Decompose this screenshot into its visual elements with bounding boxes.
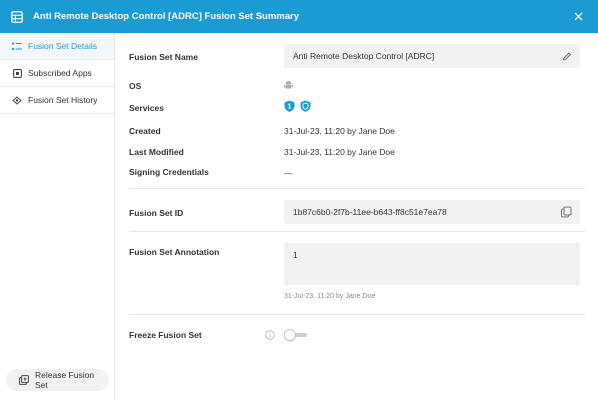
- sidebar-item-subscribed-apps[interactable]: Subscribed Apps: [0, 60, 114, 87]
- fusion-set-annotation-field[interactable]: 1: [284, 243, 580, 285]
- edit-icon[interactable]: [561, 51, 572, 62]
- divider: [129, 231, 585, 232]
- fusion-set-annotation-value: 1: [293, 250, 298, 260]
- grid-icon: [10, 10, 24, 24]
- last-modified-value: 31-Jul-23, 11:20 by Jane Doe: [284, 147, 395, 157]
- fusion-set-name-label: Fusion Set Name: [129, 52, 198, 62]
- created-value: 31-Jul-23, 11:20 by Jane Doe: [284, 126, 395, 136]
- release-icon: [19, 375, 29, 385]
- sidebar-item-label: Subscribed Apps: [28, 68, 92, 78]
- signing-credentials-value: —: [284, 168, 293, 178]
- history-icon: [12, 95, 22, 105]
- fusion-set-id-value: 1b87c6b0-2f7b-11ee-b643-ff8c51e7ea78: [293, 207, 447, 217]
- services-badges: 1: [284, 100, 314, 114]
- fusion-set-annotation-label: Fusion Set Annotation: [129, 247, 220, 257]
- sidebar: Fusion Set Details Subscribed Apps Fusio…: [0, 33, 115, 400]
- fusion-set-id-label: Fusion Set ID: [129, 208, 184, 218]
- close-icon[interactable]: [571, 9, 585, 23]
- freeze-fusion-set-label: Freeze Fusion Set: [129, 330, 202, 340]
- signing-credentials-label: Signing Credentials: [129, 167, 209, 177]
- android-icon: [284, 80, 293, 92]
- sidebar-item-label: Fusion Set History: [28, 95, 98, 105]
- app-icon: [12, 68, 22, 78]
- fusion-set-name-value: Anti Remote Desktop Control [ADRC]: [293, 51, 435, 61]
- window-title: Anti Remote Desktop Control [ADRC] Fusio…: [33, 11, 300, 22]
- release-button-label: Release Fusion Set: [35, 370, 95, 390]
- toggle-knob: [284, 329, 296, 341]
- copy-icon[interactable]: [561, 206, 572, 218]
- svg-text:1: 1: [288, 104, 292, 111]
- services-label: Services: [129, 103, 164, 113]
- details-panel: Fusion Set Name Anti Remote Desktop Cont…: [116, 33, 598, 400]
- sidebar-item-label: Fusion Set Details: [28, 41, 97, 51]
- sidebar-item-fusion-set-history[interactable]: Fusion Set History: [0, 87, 114, 114]
- fusion-set-id-field[interactable]: 1b87c6b0-2f7b-11ee-b643-ff8c51e7ea78: [284, 200, 580, 224]
- list-icon: [12, 41, 22, 51]
- divider: [129, 188, 585, 189]
- divider: [129, 314, 585, 315]
- sidebar-item-fusion-set-details[interactable]: Fusion Set Details: [0, 33, 114, 60]
- os-label: OS: [129, 81, 142, 91]
- info-icon[interactable]: [265, 330, 275, 340]
- freeze-fusion-set-toggle[interactable]: [284, 329, 308, 341]
- release-fusion-set-button[interactable]: Release Fusion Set: [6, 369, 109, 391]
- last-modified-label: Last Modified: [129, 147, 184, 157]
- service-badge-one-icon: 1: [284, 100, 295, 112]
- annotation-meta: 31-Jul-23, 11:20 by Jane Doe: [284, 293, 376, 300]
- created-label: Created: [129, 126, 161, 136]
- service-badge-shield-icon: [300, 100, 311, 112]
- title-bar: Anti Remote Desktop Control [ADRC] Fusio…: [0, 0, 598, 33]
- fusion-set-name-field[interactable]: Anti Remote Desktop Control [ADRC]: [284, 44, 580, 68]
